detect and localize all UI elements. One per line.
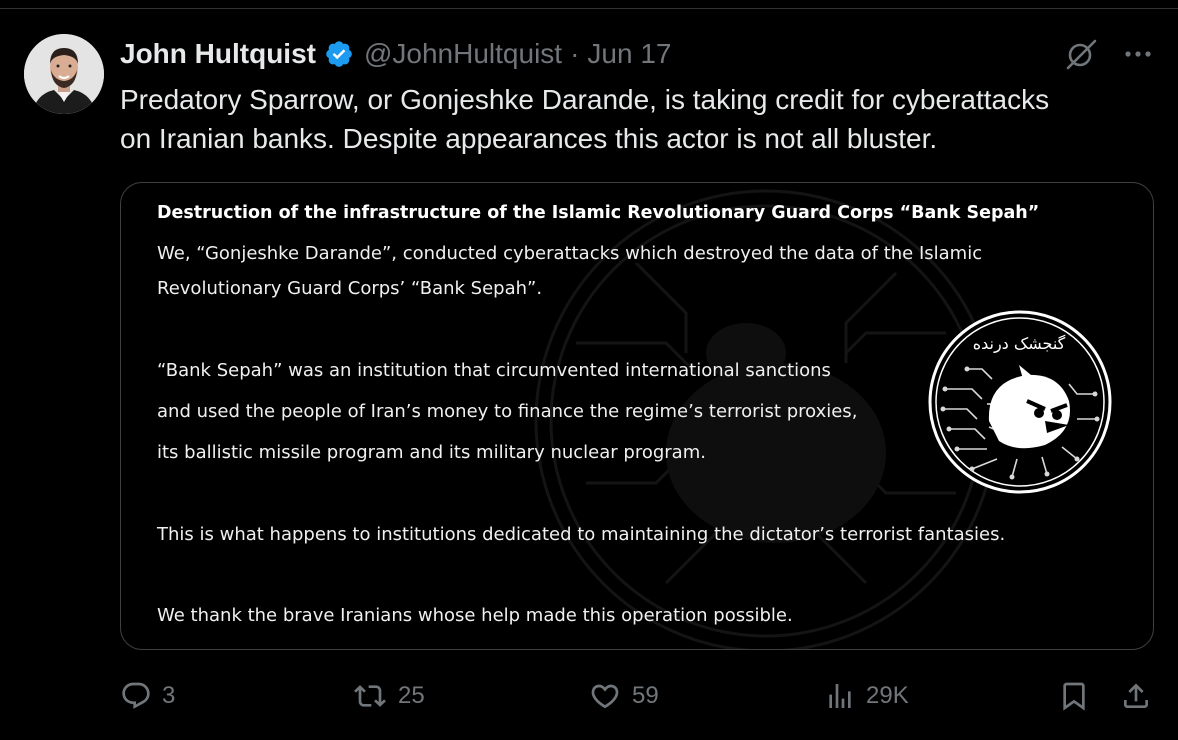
top-divider: [0, 8, 1178, 9]
reply-icon: [122, 682, 150, 709]
share-icon: [1124, 683, 1148, 708]
views-count: 29K: [866, 682, 909, 709]
document-text-line: This is what happens to institutions ded…: [157, 524, 1006, 545]
predatory-sparrow-logo: گنجشک درنده: [928, 310, 1112, 494]
avatar[interactable]: [24, 34, 104, 114]
media-image[interactable]: Destruction of the infrastructure of the…: [120, 182, 1154, 650]
like-icon: [591, 684, 619, 709]
logo-text: گنجشک درنده: [973, 334, 1066, 354]
reply-button[interactable]: 3: [120, 676, 175, 716]
bookmark-icon: [1063, 682, 1085, 711]
repost-count: 25: [398, 682, 425, 709]
views-icon: [829, 684, 851, 708]
reply-count: 3: [162, 682, 176, 709]
tweet-text: Predatory Sparrow, or Gonjeshke Darande,…: [120, 80, 1160, 158]
tweet-date[interactable]: Jun 17: [587, 38, 671, 70]
document-text-line: We, “Gonjeshke Darande”, conducted cyber…: [157, 243, 983, 264]
document-text-line: its ballistic missile program and its mi…: [157, 442, 706, 463]
document-text-line: Revolutionary Guard Corps’ “Bank Sepah”.: [157, 278, 543, 299]
tweet-text-line: Predatory Sparrow, or Gonjeshke Darande,…: [120, 84, 1050, 115]
repost-button[interactable]: 25: [352, 676, 425, 716]
author-display-name[interactable]: John Hultquist: [120, 38, 316, 70]
document-text-line: We thank the brave Iranians whose help m…: [157, 605, 793, 626]
like-count: 59: [632, 682, 659, 709]
document-text-line: “Bank Sepah” was an institution that cir…: [157, 360, 831, 381]
author-handle[interactable]: @JohnHultquist: [364, 38, 562, 70]
views-button[interactable]: 29K: [824, 676, 909, 716]
tweet-header: John Hultquist @JohnHultquist · Jun 17: [120, 36, 671, 72]
like-button[interactable]: 59: [588, 676, 659, 716]
repost-icon: [354, 685, 386, 707]
share-button[interactable]: [1120, 676, 1152, 716]
more-icon[interactable]: [1118, 36, 1158, 72]
separator-dot: ·: [570, 38, 580, 69]
grok-icon[interactable]: [1064, 36, 1100, 72]
bookmark-button[interactable]: [1058, 676, 1090, 716]
document-title: Destruction of the infrastructure of the…: [157, 203, 1040, 223]
document-text-line: and used the people of Iran’s money to f…: [157, 401, 858, 422]
verified-badge-icon[interactable]: [324, 39, 354, 69]
tweet-text-line: on Iranian banks. Despite appearances th…: [120, 123, 938, 154]
